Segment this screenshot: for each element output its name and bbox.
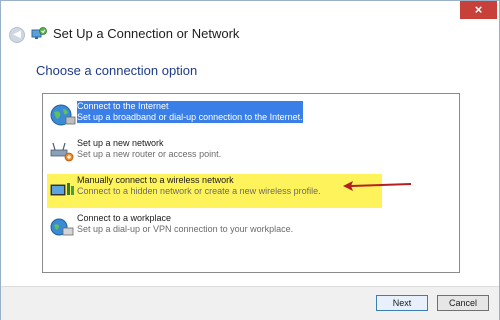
window-title: Set Up a Connection or Network <box>53 26 240 41</box>
wireless-network-icon <box>50 183 74 196</box>
option-text: Connect to a workplace Set up a dial-up … <box>77 213 293 235</box>
next-button[interactable]: Next <box>376 295 428 311</box>
option-connect-internet[interactable]: Connect to the Internet Set up a broadba… <box>45 100 455 134</box>
network-setup-icon <box>31 27 47 39</box>
router-icon <box>50 142 74 162</box>
globe-icon <box>50 104 76 126</box>
option-new-network[interactable]: Set up a new network Set up a new router… <box>45 137 455 171</box>
option-manual-wireless[interactable]: Manually connect to a wireless network C… <box>47 174 382 208</box>
option-text: Connect to the Internet Set up a broadba… <box>77 101 303 123</box>
annotation-arrow <box>343 181 412 191</box>
close-button[interactable]: × <box>460 1 497 19</box>
back-button[interactable]: ◀ <box>9 27 25 43</box>
footer-bar: Next Cancel <box>1 286 499 320</box>
option-description: Set up a broadband or dial-up connection… <box>77 112 303 122</box>
option-text: Set up a new network Set up a new router… <box>77 138 221 160</box>
option-text: Manually connect to a wireless network C… <box>77 175 321 197</box>
window-header: ◀ Set Up a Connection or Network <box>1 23 499 47</box>
option-description: Connect to a hidden network or create a … <box>77 186 321 196</box>
cancel-button[interactable]: Cancel <box>437 295 489 311</box>
option-description: Set up a dial-up or VPN connection to yo… <box>77 224 294 234</box>
option-title: Set up a new network <box>77 138 164 148</box>
option-title: Manually connect to a wireless network <box>77 175 234 185</box>
workplace-icon <box>50 218 74 236</box>
title-bar: × <box>1 1 499 23</box>
page-subtitle: Choose a connection option <box>36 63 198 78</box>
option-description: Set up a new router or access point. <box>77 149 222 159</box>
option-title: Connect to the Internet <box>77 101 169 111</box>
setup-connection-window: × ◀ Set Up a Connection or Network Choos… <box>0 0 500 320</box>
option-title: Connect to a workplace <box>77 213 172 223</box>
option-connect-workplace[interactable]: Connect to a workplace Set up a dial-up … <box>45 212 455 246</box>
